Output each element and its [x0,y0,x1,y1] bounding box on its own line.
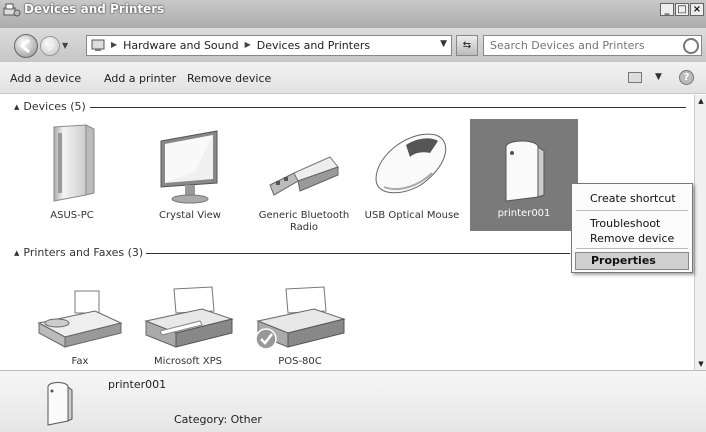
printer-pos-80c[interactable]: POS-80C [250,285,350,368]
close-button[interactable]: × [690,3,704,16]
menu-separator [576,248,688,249]
group-label-devices: Devices (5) [23,100,86,113]
printer-fax[interactable]: Fax [34,287,126,368]
forward-button[interactable] [40,36,60,56]
remove-device-button[interactable]: Remove device [187,72,271,85]
printer-icon [255,286,346,350]
back-arrow-icon [19,38,30,54]
breadcrumb: ▶ Hardware and Sound ▶ Devices and Print… [111,39,370,52]
printer-icon [144,286,234,348]
search-box[interactable] [483,35,702,56]
collapse-caret-icon[interactable]: ▲ [14,103,19,111]
search-input[interactable] [484,36,664,54]
device-asus-pc[interactable]: ASUS-PC [34,121,110,222]
printer-device-icon [47,382,73,426]
devices-printers-icon [3,3,21,17]
group-divider [146,253,570,254]
search-icon[interactable] [683,38,699,54]
device-label: printer001 [497,208,551,219]
mouse-icon [375,133,447,194]
breadcrumb-devices-printers[interactable]: Devices and Printers [257,39,370,52]
help-icon[interactable]: ? [679,70,694,85]
vertical-scrollbar[interactable]: ▲ ▼ [694,95,706,370]
scroll-down-icon[interactable]: ▼ [695,358,706,370]
details-category: Category: Other [174,413,262,426]
printer-device-icon [505,140,545,202]
group-label-printers: Printers and Faxes (3) [23,246,144,259]
minimize-button[interactable]: _ [660,3,674,16]
menu-item-create-shortcut[interactable]: Create shortcut [590,192,676,205]
group-header-devices[interactable]: ▲ Devices (5) [14,100,86,113]
computer-tower-icon [53,124,95,202]
device-usb-optical-mouse[interactable]: USB Optical Mouse [364,121,460,222]
breadcrumb-arrow-icon[interactable]: ▶ [111,39,117,52]
address-bar[interactable]: ▶ Hardware and Sound ▶ Devices and Print… [86,35,452,56]
group-header-printers[interactable]: ▲ Printers and Faxes (3) [14,246,143,259]
printer-microsoft-xps[interactable]: Microsoft XPS [140,285,236,368]
window-title: Devices and Printers [24,2,165,16]
menu-item-remove-device[interactable]: Remove device [590,232,674,245]
printer-label: Fax [71,356,89,367]
refresh-button[interactable]: ⇆ [456,35,478,56]
device-label: ASUS-PC [50,210,94,221]
command-bar: Add a device Add a printer Remove device… [0,62,706,94]
details-device-name: printer001 [108,378,167,391]
refresh-icon: ⇆ [462,40,472,51]
control-panel-icon [91,39,105,51]
menu-item-properties[interactable]: Properties [575,252,689,270]
device-label: Crystal View [159,210,221,221]
breadcrumb-hardware-sound[interactable]: Hardware and Sound [123,39,238,52]
add-printer-button[interactable]: Add a printer [104,72,176,85]
back-button[interactable] [14,34,38,58]
device-label: Generic Bluetooth Radio [258,210,350,233]
fax-icon [37,290,123,348]
change-view-icon[interactable] [628,72,642,83]
device-crystal-view[interactable]: Crystal View [150,121,230,222]
window-controls: _ □ × [660,3,704,16]
forward-arrow-icon [47,40,55,52]
device-label: USB Optical Mouse [364,210,460,221]
printer-label: Microsoft XPS [154,356,222,367]
printer-label: POS-80C [278,356,322,367]
details-pane: printer001 Category: Other [0,370,706,432]
menu-separator [576,210,688,211]
device-printer001[interactable]: printer001 [470,119,578,231]
view-dropdown-icon[interactable]: ▼ [655,72,662,82]
context-menu: Create shortcut Troubleshoot Remove devi… [571,183,693,273]
device-generic-bluetooth-radio[interactable]: Generic Bluetooth Radio [258,121,350,234]
monitor-icon [160,130,218,204]
address-dropdown-icon[interactable]: ▼ [440,39,447,49]
group-divider [90,107,686,108]
usb-bluetooth-icon [269,156,339,196]
add-device-button[interactable]: Add a device [10,72,81,85]
recent-pages-dropdown-icon[interactable]: ▼ [62,41,68,50]
maximize-button[interactable]: □ [675,3,689,16]
menu-item-troubleshoot[interactable]: Troubleshoot [590,217,660,230]
scroll-up-icon[interactable]: ▲ [695,95,706,107]
collapse-caret-icon[interactable]: ▲ [14,249,19,257]
navigation-bar: ▼ ▶ Hardware and Sound ▶ Devices and Pri… [0,28,706,62]
breadcrumb-arrow-icon[interactable]: ▶ [245,39,251,52]
